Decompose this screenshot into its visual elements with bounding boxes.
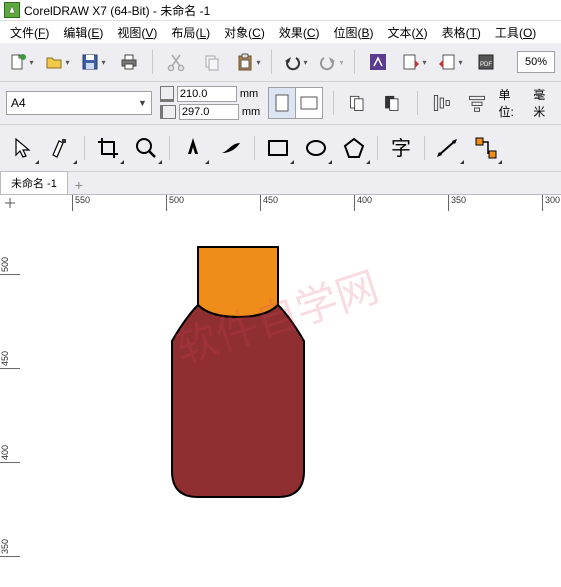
paper-size-select[interactable]: A4 ▼ — [6, 91, 152, 115]
connector-tool[interactable] — [469, 131, 503, 165]
menu-bitmap[interactable]: 位图(B) — [328, 22, 380, 43]
menu-edit[interactable]: 编辑(E) — [57, 22, 109, 43]
doc-name: 未命名 -1 — [160, 4, 210, 18]
ruler-tick: 550 — [72, 195, 90, 211]
tab-active[interactable]: 未命名 -1 — [0, 171, 68, 194]
dimension-tool[interactable] — [431, 131, 465, 165]
menu-text[interactable]: 文本(X) — [382, 22, 434, 43]
units-label: 单位: — [498, 86, 523, 120]
page-height-input[interactable] — [179, 104, 239, 120]
ruler-tick: 400 — [0, 445, 20, 463]
app-name: CorelDRAW X7 (64-Bit) — [24, 4, 150, 18]
menu-table[interactable]: 表格(T) — [436, 22, 487, 43]
ruler-horizontal[interactable]: 550 500 450 400 350 300 — [20, 195, 561, 212]
new-button[interactable]: ▾ — [6, 47, 36, 77]
workspace: 550 500 450 400 350 300 500 450 400 350 … — [0, 195, 561, 587]
property-bar: A4 ▼ mm mm 单位: 毫米 — [0, 82, 561, 125]
ruler-tick: 400 — [354, 195, 372, 211]
orientation-group — [268, 87, 323, 119]
app-icon — [4, 2, 20, 18]
ruler-tick: 300 — [542, 195, 560, 211]
portrait-button[interactable] — [268, 87, 295, 119]
align-horizontal-button[interactable] — [463, 88, 490, 118]
ruler-tick: 450 — [0, 351, 20, 369]
unit-mm-2: mm — [242, 106, 260, 118]
zoom-level[interactable]: 50% — [517, 51, 555, 73]
align-vertical-button[interactable] — [428, 88, 455, 118]
publish-pdf-button[interactable]: PDF — [471, 47, 501, 77]
units-value: 毫米 — [533, 86, 555, 120]
toolbox: 字 — [0, 125, 561, 172]
menu-effect[interactable]: 效果(C) — [273, 22, 326, 43]
ellipse-tool[interactable] — [299, 131, 333, 165]
menu-bar: 文件(F) 编辑(E) 视图(V) 布局(L) 对象(C) 效果(C) 位图(B… — [0, 21, 561, 43]
crop-tool[interactable] — [91, 131, 125, 165]
text-tool[interactable]: 字 — [384, 131, 418, 165]
svg-text:PDF: PDF — [480, 62, 492, 68]
page-width-input[interactable] — [177, 86, 237, 102]
menu-object[interactable]: 对象(C) — [218, 22, 271, 43]
paper-size-value: A4 — [11, 96, 26, 110]
shape-tool[interactable] — [44, 131, 78, 165]
redo-button[interactable]: ▾ — [316, 47, 346, 77]
copy-button[interactable] — [197, 47, 227, 77]
ruler-tick: 450 — [260, 195, 278, 211]
ruler-tick: 350 — [0, 539, 20, 557]
page-dimensions: mm mm — [160, 86, 260, 120]
rectangle-tool[interactable] — [261, 131, 295, 165]
landscape-button[interactable] — [295, 87, 323, 119]
width-icon — [160, 86, 174, 102]
print-button[interactable] — [114, 47, 144, 77]
paste-button[interactable]: ▾ — [233, 47, 263, 77]
export-button[interactable]: ▾ — [435, 47, 465, 77]
current-page-button[interactable] — [379, 88, 406, 118]
artistic-media-tool[interactable] — [214, 131, 248, 165]
save-button[interactable]: ▾ — [78, 47, 108, 77]
search-content-button[interactable] — [363, 47, 393, 77]
cut-button[interactable] — [161, 47, 191, 77]
ruler-tick: 500 — [0, 257, 20, 275]
polygon-tool[interactable] — [337, 131, 371, 165]
pick-tool[interactable] — [6, 131, 40, 165]
ruler-tick: 500 — [166, 195, 184, 211]
menu-tools[interactable]: 工具(O) — [489, 22, 542, 43]
height-icon — [160, 105, 176, 119]
canvas[interactable]: 软件自学网 — [20, 211, 561, 587]
svg-text:字: 字 — [391, 137, 411, 160]
window-title: CorelDRAW X7 (64-Bit) - 未命名 -1 — [24, 2, 210, 19]
menu-view[interactable]: 视图(V) — [111, 22, 163, 43]
freehand-tool[interactable] — [176, 131, 210, 165]
svg-text:软件自学网: 软件自学网 — [170, 263, 384, 371]
new-tab-button[interactable]: + — [70, 176, 88, 194]
all-pages-button[interactable] — [344, 88, 371, 118]
standard-toolbar: ▾ ▾ ▾ ▾ ▾ ▾ ▾ ▾ PDF 50% — [0, 43, 561, 82]
ruler-tick: 350 — [448, 195, 466, 211]
unit-mm: mm — [240, 88, 258, 100]
import-button[interactable]: ▾ — [399, 47, 429, 77]
document-tabs: 未命名 -1 + — [0, 172, 561, 195]
ruler-origin[interactable] — [0, 195, 21, 212]
watermark: 软件自学网 — [170, 251, 390, 371]
zoom-tool[interactable] — [129, 131, 163, 165]
menu-layout[interactable]: 布局(L) — [165, 22, 216, 43]
undo-button[interactable]: ▾ — [280, 47, 310, 77]
open-button[interactable]: ▾ — [42, 47, 72, 77]
menu-file[interactable]: 文件(F) — [4, 22, 55, 43]
ruler-vertical[interactable]: 500 450 400 350 — [0, 211, 21, 587]
